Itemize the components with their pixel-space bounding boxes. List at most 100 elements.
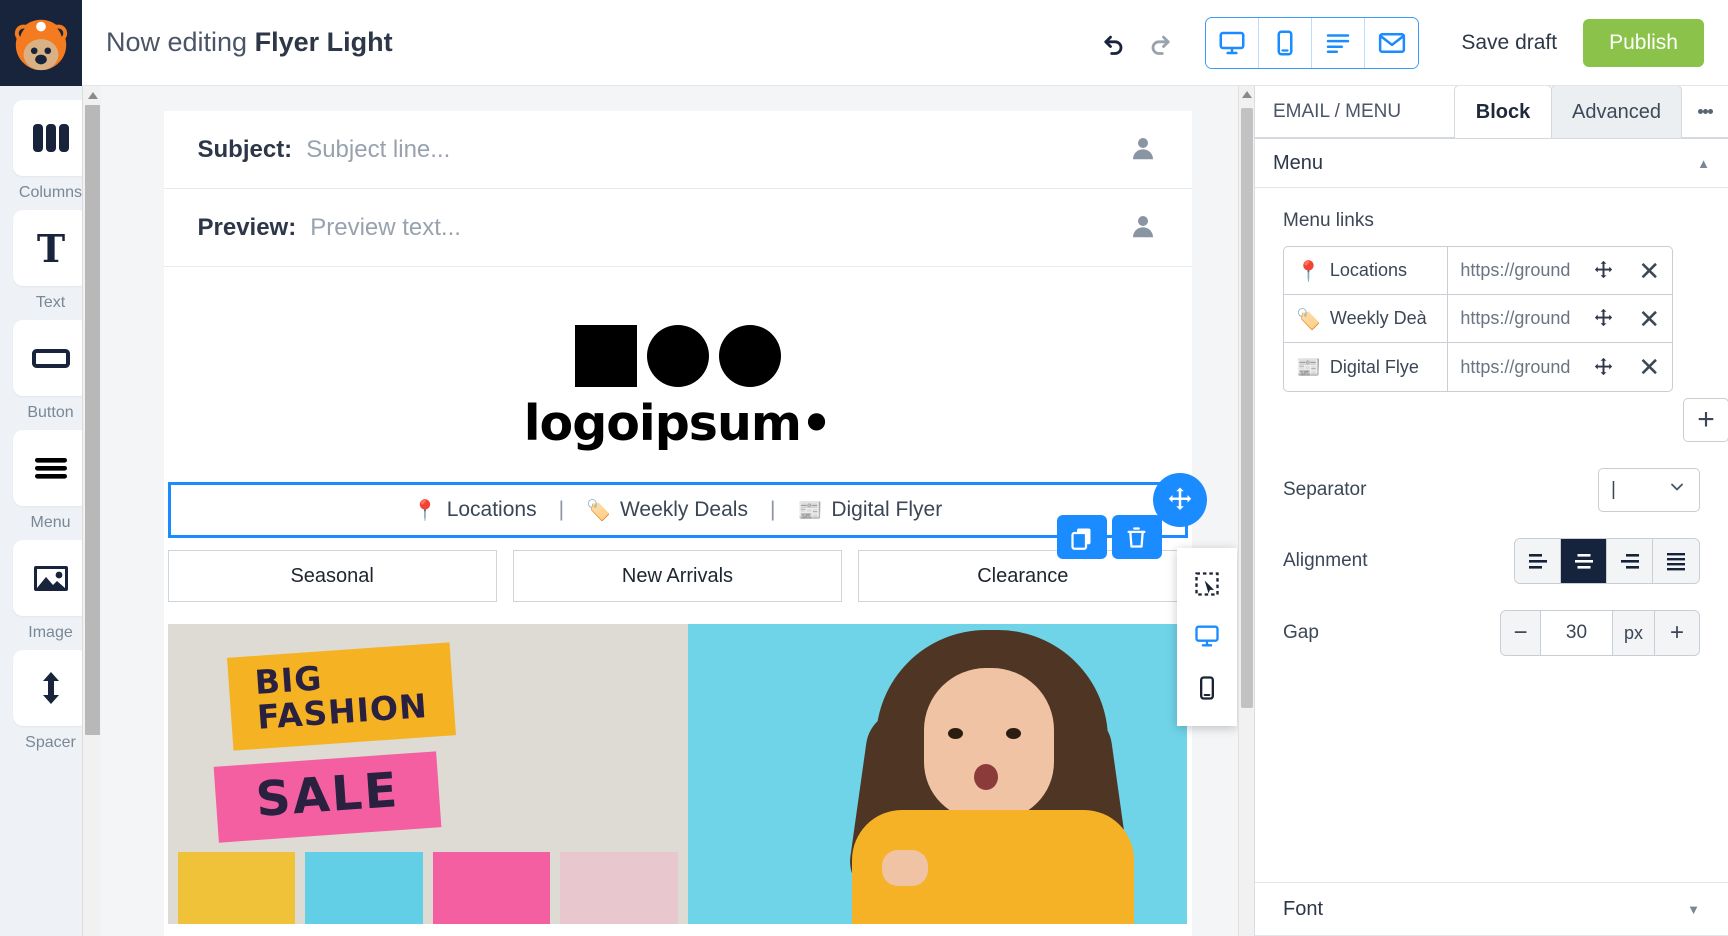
link-remove-button-2[interactable]: ✕ xyxy=(1627,295,1672,342)
add-link-row: + xyxy=(1283,398,1728,442)
canvas-scrollbar[interactable] xyxy=(1238,86,1254,936)
editing-prefix: Now editing xyxy=(106,27,248,57)
canvas-scroll-thumb[interactable] xyxy=(1241,108,1253,708)
panel-tab-bar: EMAIL / MENU Block Advanced xyxy=(1255,85,1728,139)
brand-logo[interactable] xyxy=(0,0,82,86)
button-icon xyxy=(31,349,70,368)
sidebar-label-button: Button xyxy=(27,404,74,421)
table-row[interactable]: 🏷️ Weekly Deà https://ground ✕ xyxy=(1284,295,1672,343)
select-parent-button[interactable] xyxy=(1177,558,1237,610)
view-mode-mobile[interactable] xyxy=(1259,17,1313,68)
canvas-menu-link-3[interactable]: 📰 Digital Flyer xyxy=(797,498,942,522)
link-label-cell-3[interactable]: 📰 Digital Flye xyxy=(1284,343,1449,391)
redo-icon xyxy=(1151,35,1170,55)
email-sheet: Subject: Subject line... Preview: Previe… xyxy=(163,111,1237,936)
view-mode-group xyxy=(1205,16,1420,69)
undo-button[interactable] xyxy=(1091,20,1137,66)
canvas-menu-link-2[interactable]: 🏷️ Weekly Deals xyxy=(586,498,748,522)
page-title: Now editing Flyer Light xyxy=(106,27,393,58)
link-drag-handle-3[interactable] xyxy=(1581,343,1626,391)
publish-button[interactable]: Publish xyxy=(1583,18,1704,67)
tag-icon: 🏷️ xyxy=(586,498,611,522)
hero-image-block[interactable]: BIG FASHION SALE xyxy=(167,624,1188,924)
category-button-new-arrivals[interactable]: New Arrivals xyxy=(512,550,843,602)
align-left-button[interactable] xyxy=(1515,539,1561,583)
duplicate-block-button[interactable] xyxy=(1056,515,1107,559)
preview-input[interactable]: Preview text... xyxy=(310,214,461,242)
align-justify-button[interactable] xyxy=(1653,539,1699,583)
preview-personalize-button[interactable] xyxy=(1128,211,1158,245)
image-icon xyxy=(33,566,68,591)
subject-row[interactable]: Subject: Subject line... xyxy=(163,111,1192,189)
link-url-cell-2[interactable]: https://ground xyxy=(1448,295,1581,342)
link-label-text-2: Weekly Deà xyxy=(1329,308,1427,328)
duplicate-icon xyxy=(1071,528,1091,550)
logo-circle-shape-1 xyxy=(646,325,709,387)
block-move-handle[interactable] xyxy=(1152,473,1207,527)
panel-overflow-menu-button[interactable] xyxy=(1682,86,1728,138)
link-remove-button-3[interactable]: ✕ xyxy=(1627,343,1672,391)
email-icon xyxy=(1378,32,1405,53)
image-tile xyxy=(12,540,89,616)
logo-block[interactable]: logoipsum• xyxy=(164,267,1192,482)
gap-control-right: − 30 px + xyxy=(1500,610,1700,656)
sidebar-scroll-thumb[interactable] xyxy=(85,105,100,735)
menu-section-header[interactable]: Menu ▲ xyxy=(1255,139,1728,188)
chevron-down-icon xyxy=(1667,477,1687,503)
subject-input[interactable]: Subject line... xyxy=(306,136,450,164)
view-mode-desktop[interactable] xyxy=(1206,17,1260,68)
menu-separator-2: | xyxy=(769,498,776,521)
separator-select[interactable]: | xyxy=(1598,468,1700,512)
sidebar-scroll-up[interactable] xyxy=(83,86,101,105)
align-left-icon xyxy=(1528,554,1547,569)
link-drag-handle-1[interactable] xyxy=(1581,247,1626,294)
columns-tile xyxy=(12,100,89,176)
font-section-header[interactable]: Font ▼ xyxy=(1255,882,1728,936)
sidebar-scrollbar[interactable] xyxy=(82,86,101,936)
gap-increment-button[interactable]: + xyxy=(1655,611,1699,655)
tab-block[interactable]: Block xyxy=(1454,85,1553,138)
tab-advanced[interactable]: Advanced xyxy=(1551,85,1682,138)
alignment-button-group xyxy=(1514,538,1700,584)
link-label-cell-1[interactable]: 📍 Locations xyxy=(1284,247,1449,294)
subject-personalize-button[interactable] xyxy=(1128,133,1158,167)
delete-block-button[interactable] xyxy=(1111,515,1162,559)
link-label-text-1: Locations xyxy=(1329,260,1407,280)
redo-button[interactable] xyxy=(1137,20,1183,66)
preview-mobile-button[interactable] xyxy=(1177,662,1237,714)
link-label-cell-2[interactable]: 🏷️ Weekly Deà xyxy=(1284,295,1449,342)
canvas-menu-link-1[interactable]: 📍 Locations xyxy=(413,498,537,522)
link-remove-button-1[interactable]: ✕ xyxy=(1627,247,1672,294)
table-row[interactable]: 📍 Locations https://ground ✕ xyxy=(1284,247,1672,295)
preview-row[interactable]: Preview: Preview text... xyxy=(163,189,1192,267)
canvas-scroll-up[interactable] xyxy=(1239,86,1254,102)
link-drag-handle-2[interactable] xyxy=(1581,295,1626,342)
menu-tile xyxy=(12,430,89,506)
move-arrows-icon xyxy=(1595,357,1613,375)
table-row[interactable]: 📰 Digital Flye https://ground ✕ xyxy=(1284,343,1672,391)
category-button-seasonal[interactable]: Seasonal xyxy=(167,550,497,602)
block-context-popup xyxy=(1176,548,1237,726)
breadcrumb: EMAIL / MENU xyxy=(1255,86,1456,138)
gap-decrement-button[interactable]: − xyxy=(1501,611,1541,655)
hero-thumbnail-strip xyxy=(168,852,688,924)
gap-unit-label: px xyxy=(1613,611,1655,655)
link-url-cell-1[interactable]: https://ground xyxy=(1448,247,1581,294)
align-center-button[interactable] xyxy=(1561,539,1607,583)
save-draft-button[interactable]: Save draft xyxy=(1461,31,1557,55)
logo-word-dot: • xyxy=(800,395,832,452)
sidebar-label-columns: Columns xyxy=(18,184,83,201)
selected-menu-block[interactable]: 📍 Locations | 🏷️ Weekly Deals | 📰 Digita… xyxy=(167,473,1207,538)
add-link-button[interactable]: + xyxy=(1683,398,1728,442)
category-buttons-row: Seasonal New Arrivals Clearance xyxy=(164,538,1192,602)
link-url-cell-3[interactable]: https://ground xyxy=(1448,343,1581,391)
separator-control-row: Separator | xyxy=(1283,468,1700,512)
preview-desktop-button[interactable] xyxy=(1177,610,1237,662)
logoipsum-marks xyxy=(574,325,781,387)
view-mode-email[interactable] xyxy=(1365,17,1419,68)
view-mode-plain-text[interactable] xyxy=(1312,17,1366,68)
properties-panel: EMAIL / MENU Block Advanced Menu ▲ Menu … xyxy=(1254,85,1728,936)
select-icon xyxy=(1194,572,1219,596)
gap-value-input[interactable]: 30 xyxy=(1541,611,1613,655)
align-right-button[interactable] xyxy=(1607,539,1653,583)
